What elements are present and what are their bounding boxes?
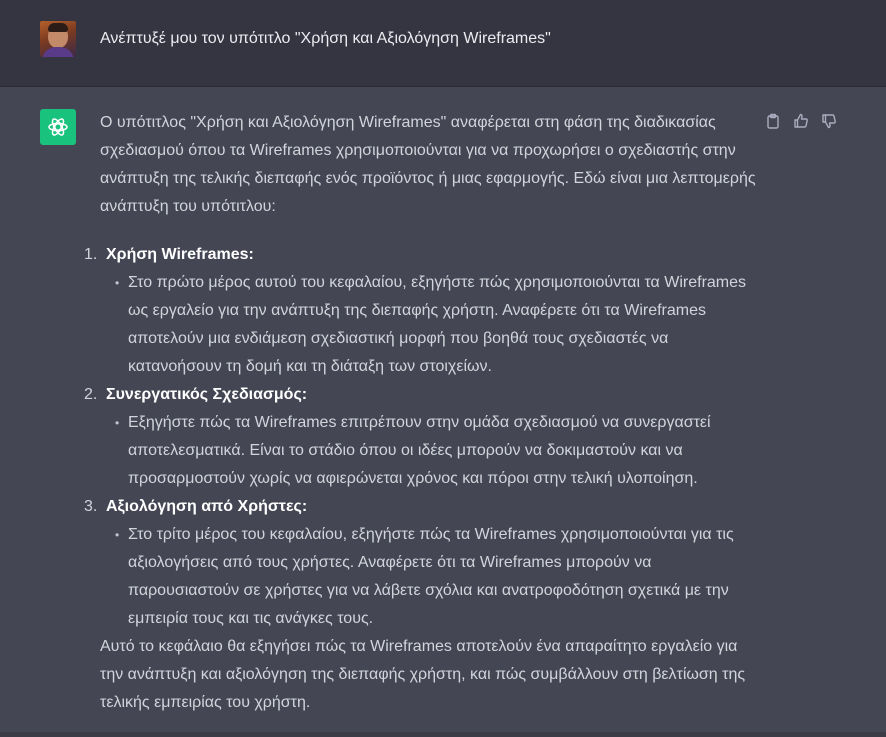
list-item: 1. Χρήση Wireframes: Στο πρώτο μέρος αυτ… [84, 241, 760, 381]
chatgpt-logo-icon [40, 109, 76, 145]
section-bullet: Εξηγήστε πώς τα Wireframes επιτρέπουν στ… [115, 409, 760, 493]
clipboard-icon[interactable] [763, 111, 783, 131]
section-title: Χρήση Wireframes: [106, 246, 254, 263]
intro-paragraph: Ο υπότιτλος "Χρήση και Αξιολόγηση Wirefr… [100, 114, 756, 215]
list-item: 3. Αξιολόγηση από Χρήστες: Στο τρίτο μέρ… [84, 493, 760, 633]
thumbs-up-icon[interactable] [791, 111, 811, 131]
assistant-message-content: Ο υπότιτλος "Χρήση και Αξιολόγηση Wirefr… [84, 109, 760, 717]
user-message-text: Ανέπτυξέ μου τον υπότιτλο "Χρήση και Αξι… [100, 30, 551, 47]
message-actions [763, 111, 839, 131]
closing-paragraph: Αυτό το κεφάλαιο θα εξηγήσει πώς τα Wire… [100, 638, 746, 711]
list-item: 2. Συνεργατικός Σχεδιασμός: Εξηγήστε πώς… [84, 381, 760, 493]
section-title: Συνεργατικός Σχεδιασμός: [106, 386, 308, 403]
thumbs-down-icon[interactable] [819, 111, 839, 131]
section-bullet: Στο πρώτο μέρος αυτού του κεφαλαίου, εξη… [115, 269, 760, 381]
section-bullet: Στο τρίτο μέρος του κεφαλαίου, εξηγήστε … [115, 521, 760, 633]
section-number: 3. [84, 498, 98, 515]
section-number: 1. [84, 246, 98, 263]
bottom-edge [0, 732, 886, 737]
user-message-row: Ανέπτυξέ μου τον υπότιτλο "Χρήση και Αξι… [0, 0, 886, 87]
user-avatar [40, 21, 76, 57]
assistant-message-row: Ο υπότιτλος "Χρήση και Αξιολόγηση Wirefr… [0, 87, 886, 737]
section-list: 1. Χρήση Wireframes: Στο πρώτο μέρος αυτ… [84, 241, 760, 633]
section-number: 2. [84, 386, 98, 403]
section-title: Αξιολόγηση από Χρήστες: [106, 498, 308, 515]
